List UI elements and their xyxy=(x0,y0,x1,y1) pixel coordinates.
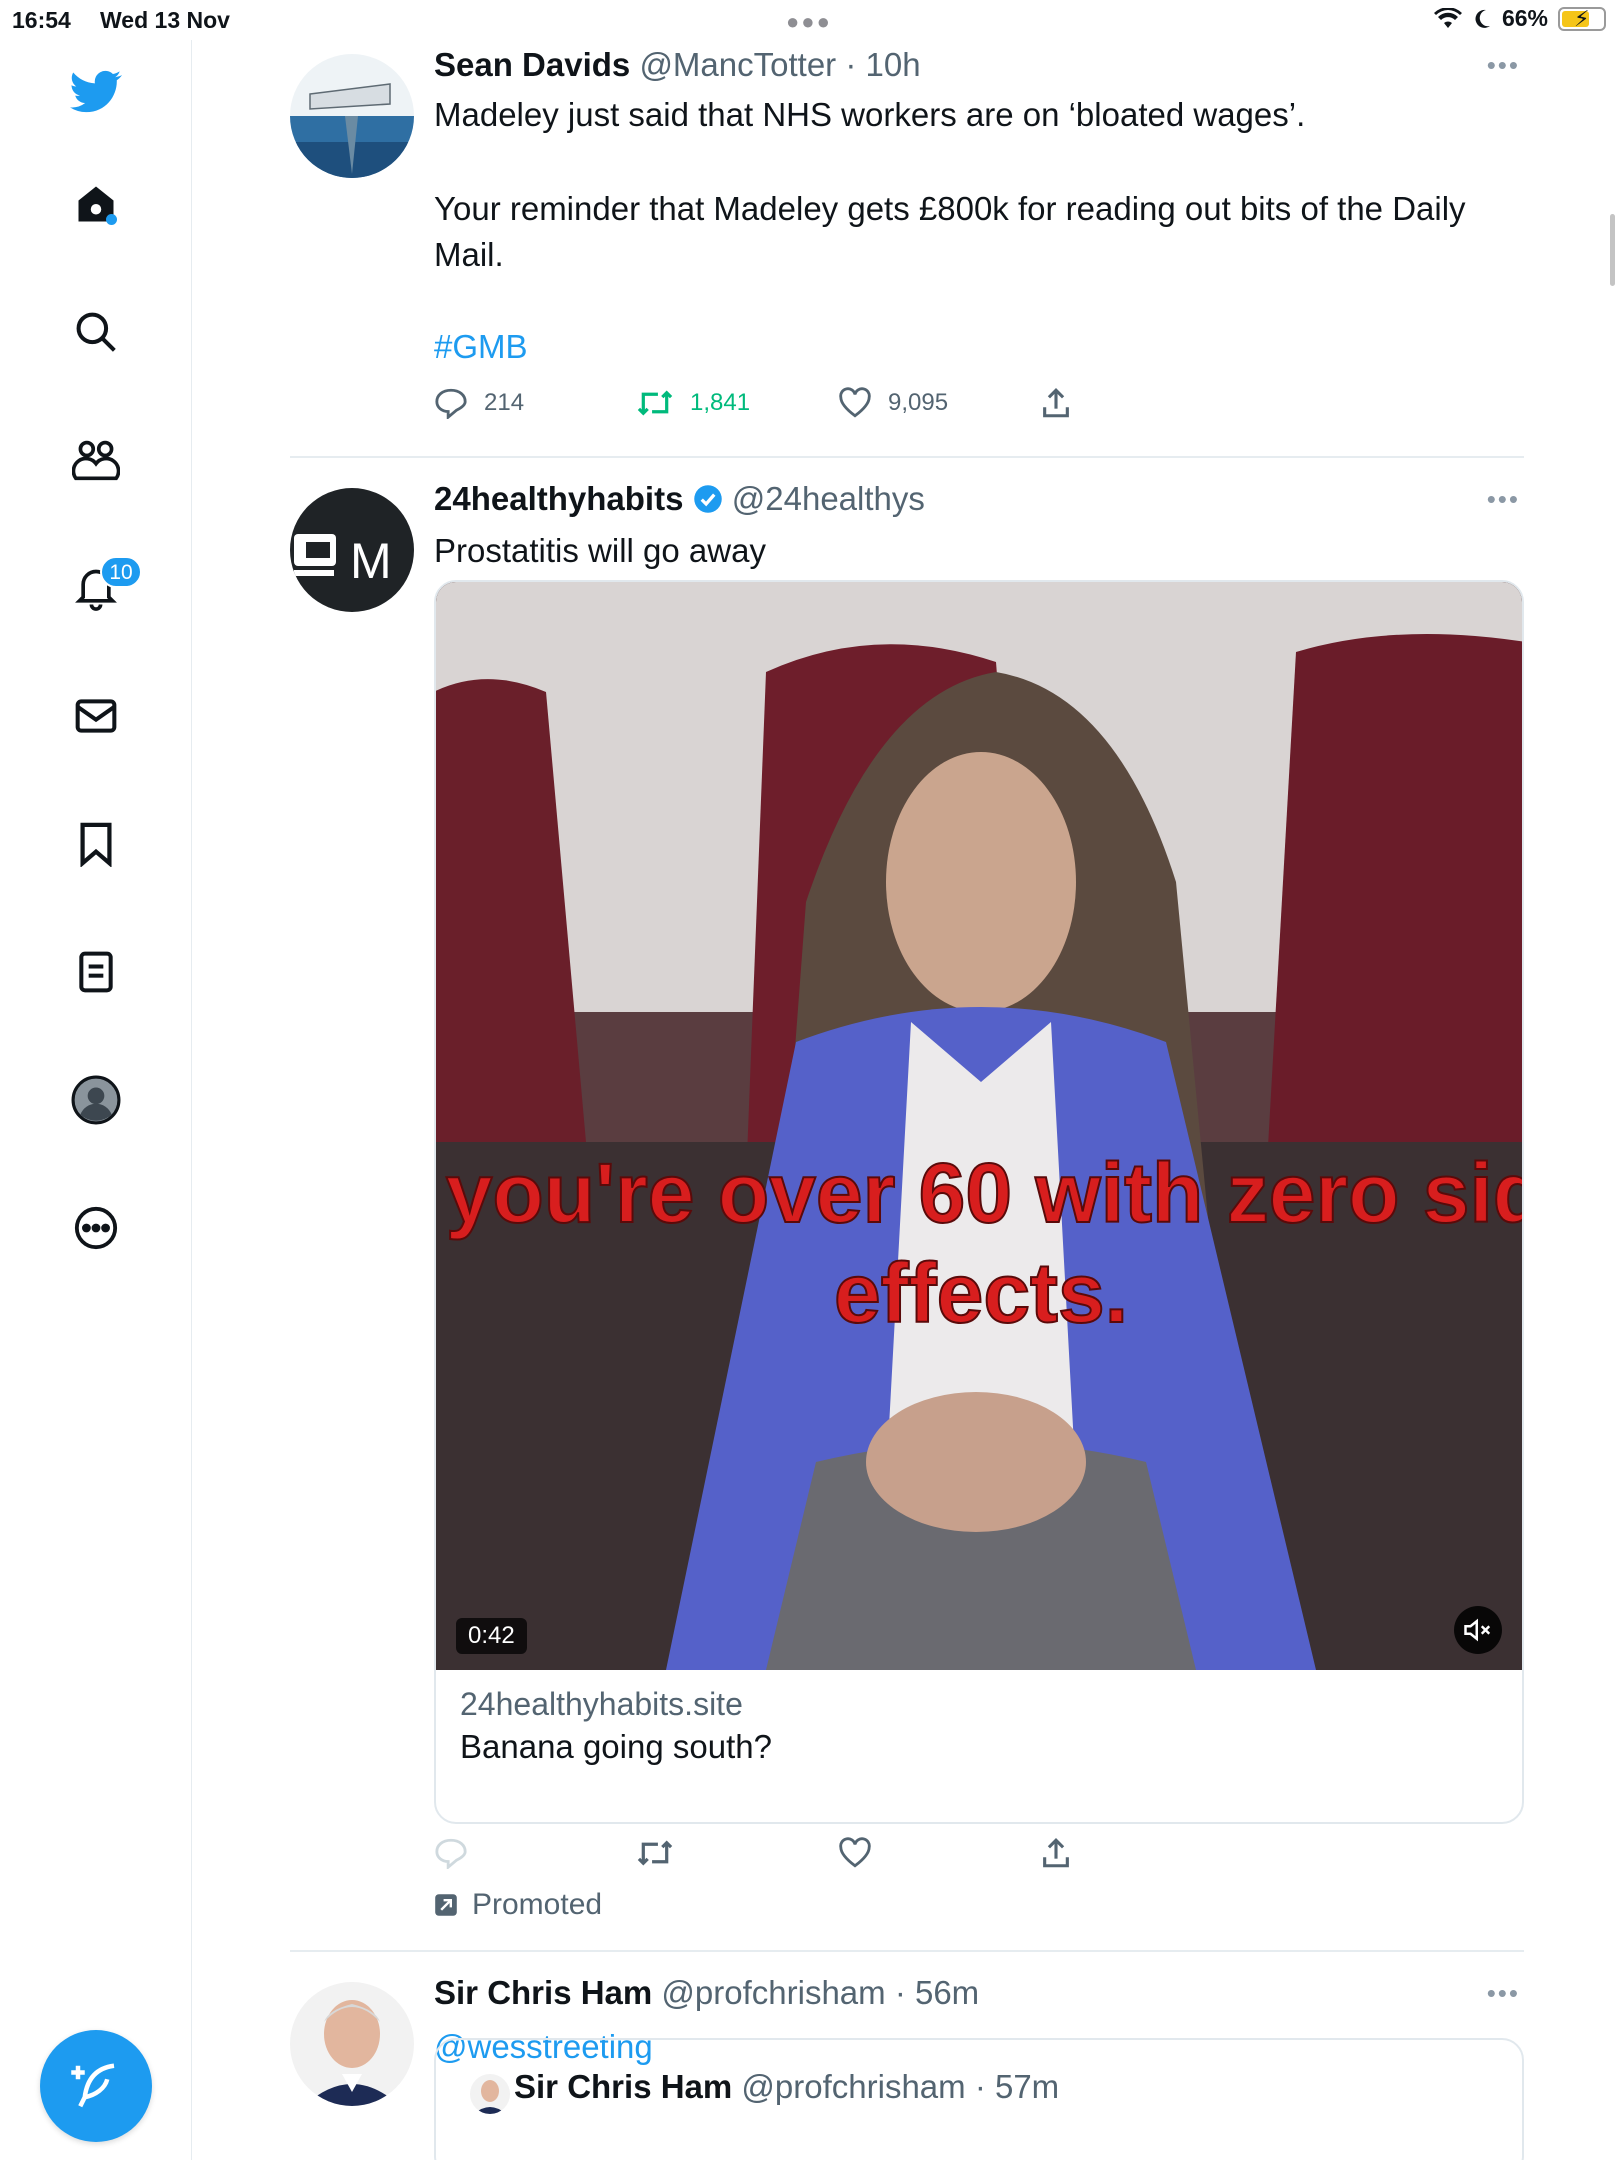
author-handle[interactable]: @24healthys xyxy=(732,480,925,517)
retweet-icon xyxy=(637,1840,673,1866)
tweet-text-line: Madeley just said that NHS workers are o… xyxy=(434,96,1306,133)
video-caption-line2: effects. xyxy=(834,1246,1128,1340)
retweet-button[interactable] xyxy=(636,1836,838,1870)
reply-button[interactable] xyxy=(434,1836,636,1870)
share-icon xyxy=(1043,1838,1069,1868)
timeline: Sean Davids @MancTotter · 10h ••• Madele… xyxy=(290,40,1524,2160)
retweet-icon xyxy=(637,390,673,416)
share-icon xyxy=(1043,388,1069,418)
promoted-text: Promoted xyxy=(472,1888,603,1921)
share-button[interactable] xyxy=(1040,1836,1242,1870)
communities-icon[interactable] xyxy=(70,434,122,486)
tweet-text-line: Your reminder that Madeley gets £800k fo… xyxy=(434,190,1466,227)
verified-badge-icon xyxy=(693,485,722,513)
compose-tweet-button[interactable] xyxy=(40,2030,152,2142)
card-domain[interactable]: 24healthyhabits.site xyxy=(460,1686,743,1723)
heart-icon xyxy=(839,387,871,418)
tweet-text: Madeley just said that NHS workers are o… xyxy=(434,92,1466,370)
speaker-muted-icon xyxy=(1464,1618,1491,1642)
reply-icon xyxy=(435,388,467,419)
mail-icon[interactable] xyxy=(70,690,122,742)
reply-button[interactable]: 214 xyxy=(434,386,636,420)
video-frame: if you're over 60 with zero side effects… xyxy=(436,582,1522,1670)
quoted-avatar xyxy=(470,2074,510,2114)
tweet-text-line: Mail. xyxy=(434,236,504,273)
compose-feather-icon xyxy=(71,2063,115,2108)
status-date: Wed 13 Nov xyxy=(100,7,230,33)
hashtag-link[interactable]: #GMB xyxy=(434,324,1466,370)
tweet-actions xyxy=(434,1836,1242,1870)
twitter-logo-icon[interactable] xyxy=(70,66,122,118)
card-title[interactable]: Banana going south? xyxy=(460,1728,772,1766)
notifications-badge: 10 xyxy=(100,556,142,588)
tweet-header: 24healthyhabits @24healthys xyxy=(434,480,925,518)
quoted-author-handle: @profchrisham · 57m xyxy=(741,2068,1060,2105)
author-name[interactable]: 24healthyhabits xyxy=(434,480,683,517)
tweet-header: Sean Davids @MancTotter · 10h xyxy=(434,46,921,84)
reply-count: 214 xyxy=(484,389,525,416)
tweet-actions: 214 1,841 9,095 xyxy=(434,386,1242,420)
heart-icon xyxy=(839,1837,871,1868)
retweet-count: 1,841 xyxy=(690,389,751,416)
tweet-header: Sir Chris Ham @profchrisham · 56m xyxy=(434,1974,979,2012)
author-name[interactable]: Sir Chris Ham xyxy=(434,1974,652,2011)
battery-icon: ⚡ xyxy=(1558,6,1606,31)
quoted-author-name: Sir Chris Ham xyxy=(514,2068,733,2105)
status-bar: 16:54 Wed 13 Nov ●●● 66% ⚡ xyxy=(0,0,1620,40)
reply-icon xyxy=(435,1838,467,1869)
promoted-label: Promoted xyxy=(434,1888,602,1922)
home-unread-dot xyxy=(106,214,117,225)
moon-icon xyxy=(1475,9,1490,28)
scrollbar[interactable] xyxy=(1610,214,1615,286)
quoted-tweet[interactable]: Sir Chris Ham @profchrisham · 57m xyxy=(434,2038,1524,2160)
wifi-icon xyxy=(1433,7,1462,28)
lists-icon[interactable] xyxy=(70,946,122,998)
video-card[interactable]: if you're over 60 with zero side effects… xyxy=(434,580,1524,1824)
profile-icon[interactable] xyxy=(70,1074,122,1126)
video-player[interactable]: if you're over 60 with zero side effects… xyxy=(436,582,1522,1670)
status-time: 16:54 xyxy=(12,7,71,33)
svg-text:M: M xyxy=(350,533,392,589)
promoted-icon xyxy=(435,1894,457,1916)
share-button[interactable] xyxy=(1040,386,1242,420)
battery-percent: 66% xyxy=(1501,5,1548,31)
avatar[interactable]: M xyxy=(290,488,414,612)
author-handle[interactable]: @profchrisham · 56m xyxy=(661,1974,979,2011)
like-count: 9,095 xyxy=(888,389,949,416)
video-duration: 0:42 xyxy=(456,1618,527,1654)
like-button[interactable] xyxy=(838,1836,1040,1870)
mute-button[interactable] xyxy=(1454,1606,1502,1654)
bookmark-icon[interactable] xyxy=(70,818,122,870)
avatar[interactable] xyxy=(290,1982,414,2106)
avatar[interactable] xyxy=(290,54,414,178)
retweet-button[interactable]: 1,841 xyxy=(636,386,838,420)
tweet-promoted[interactable]: M 24healthyhabits @24healthys ••• Prosta… xyxy=(290,458,1524,1952)
status-right: 66% ⚡ xyxy=(1433,5,1606,32)
tweet-more-icon[interactable]: ••• xyxy=(1487,1978,1520,2009)
multitasking-dots-icon[interactable]: ●●● xyxy=(786,9,832,35)
like-button[interactable]: 9,095 xyxy=(838,386,1040,420)
sidebar-nav: 10 xyxy=(0,40,192,2160)
author-name[interactable]: Sean Davids xyxy=(434,46,630,83)
quoted-header: Sir Chris Ham @profchrisham · 57m xyxy=(514,2068,1059,2106)
more-icon[interactable] xyxy=(70,1202,122,1254)
tweet[interactable]: Sean Davids @MancTotter · 10h ••• Madele… xyxy=(290,40,1524,458)
video-caption-line1: if you're over 60 with zero side xyxy=(436,1146,1522,1240)
search-icon[interactable] xyxy=(70,306,122,358)
tweet-more-icon[interactable]: ••• xyxy=(1487,50,1520,81)
author-handle[interactable]: @MancTotter · 10h xyxy=(639,46,920,83)
tweet-more-icon[interactable]: ••• xyxy=(1487,484,1520,515)
tweet-text: Prostatitis will go away xyxy=(434,532,766,569)
